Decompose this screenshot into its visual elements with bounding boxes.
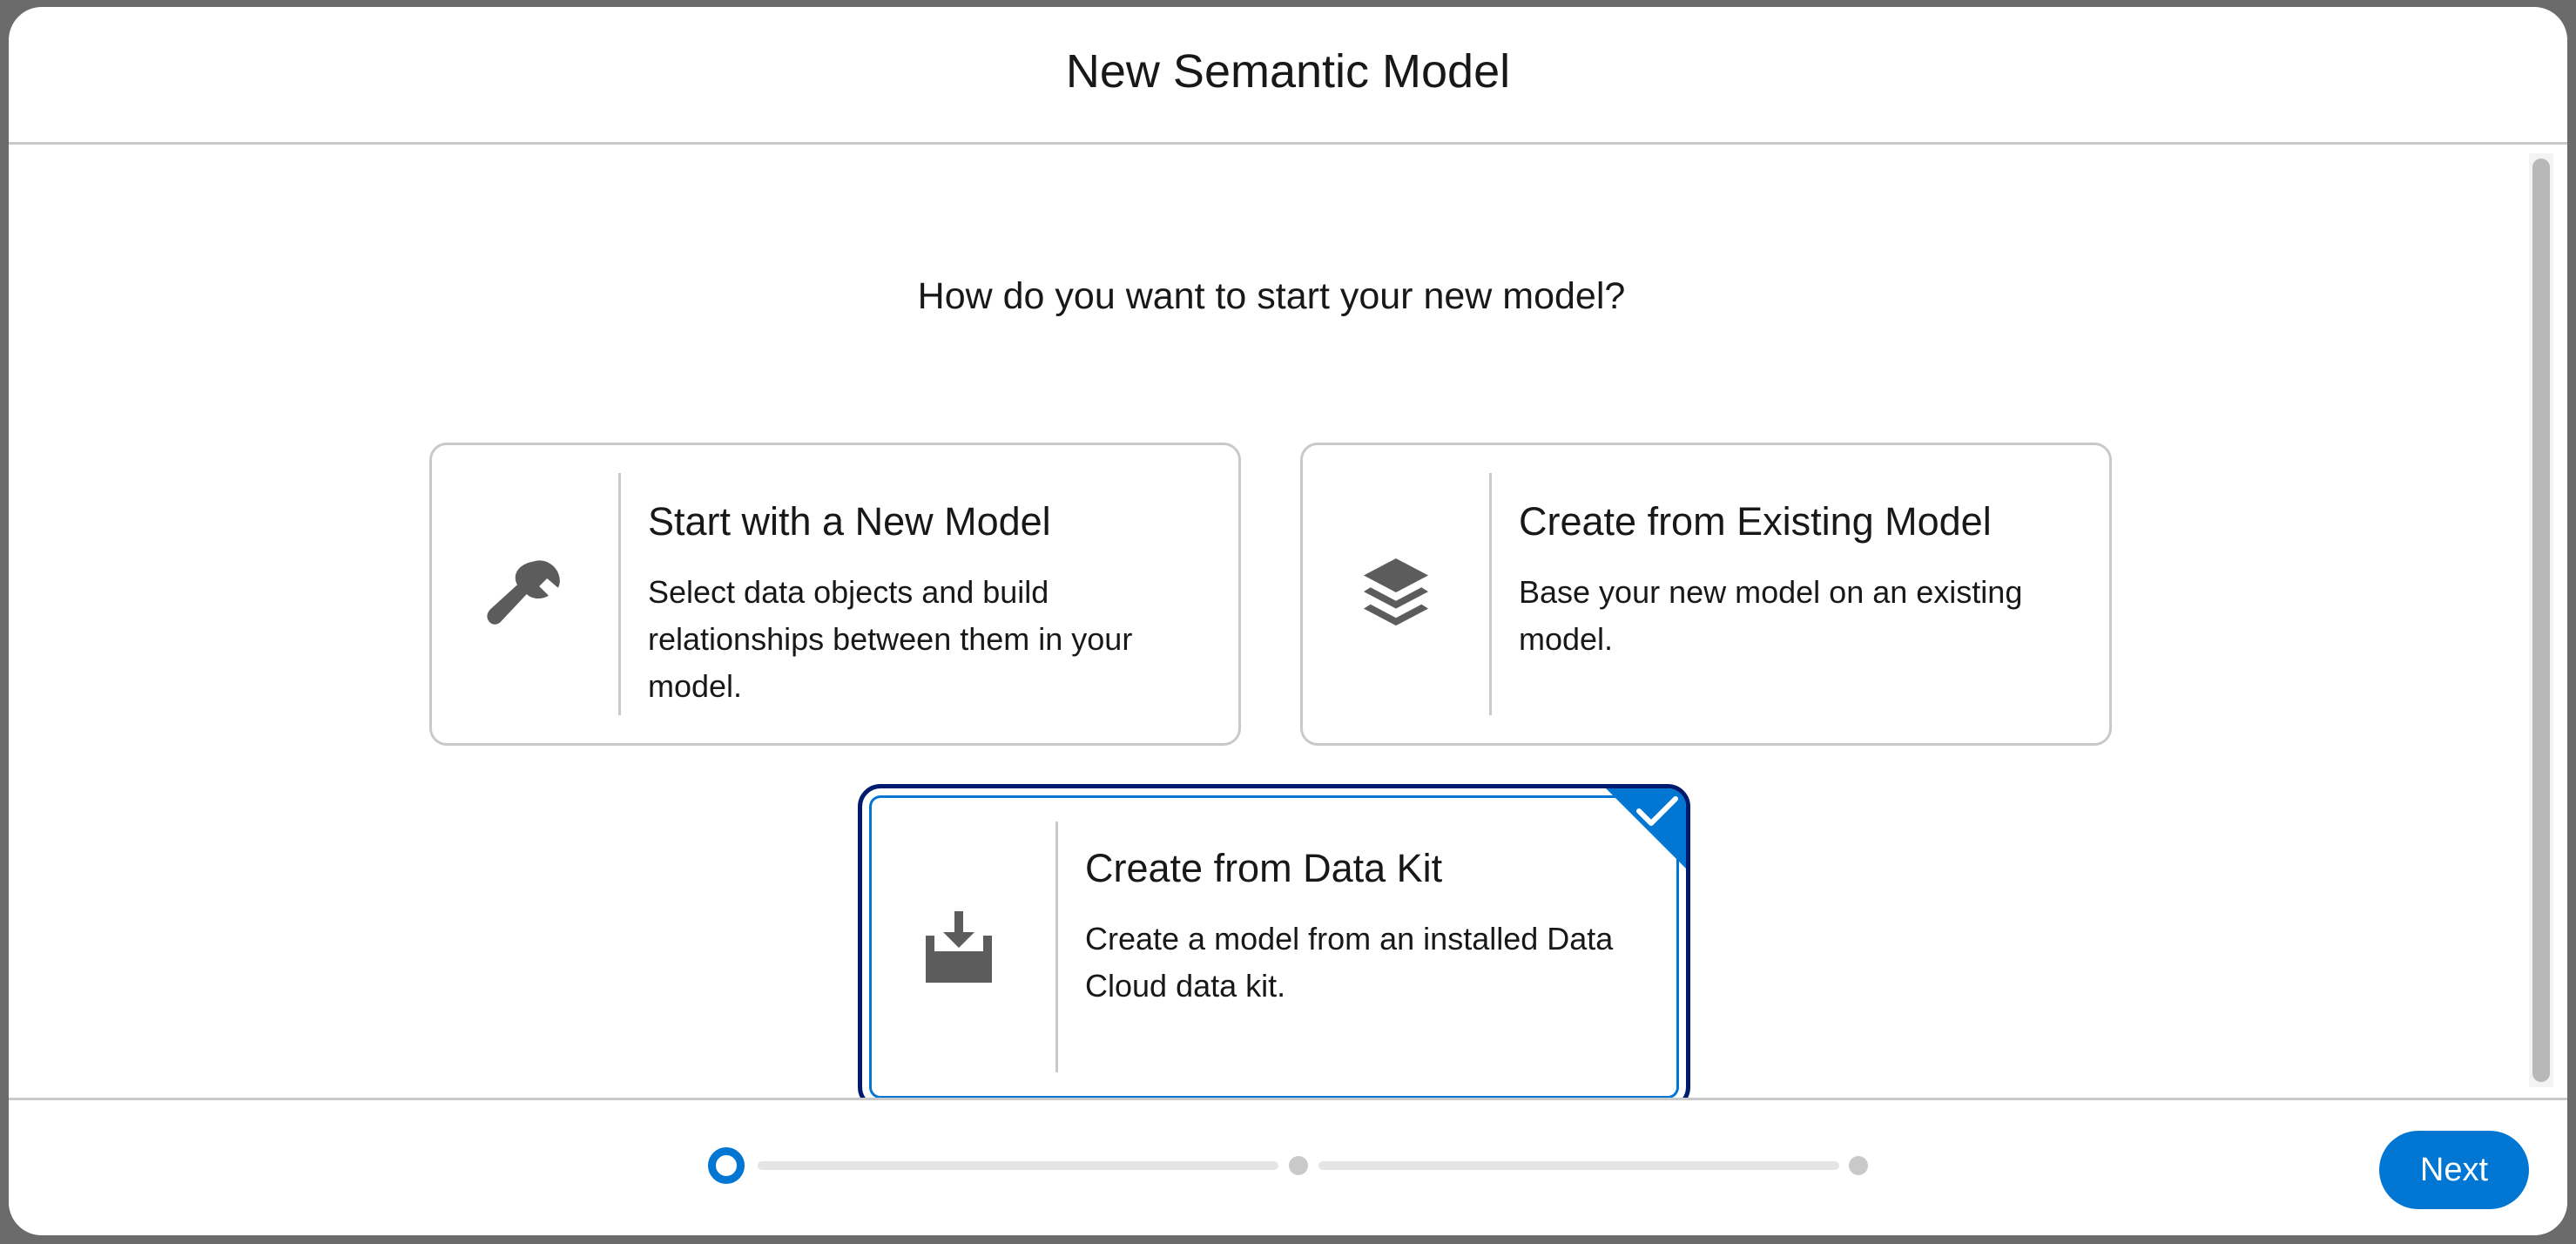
modal-header: New Semantic Model — [9, 7, 2567, 145]
option-start-new-model[interactable]: Start with a New Model Select data objec… — [429, 443, 1241, 746]
start-question: How do you want to start your new model? — [917, 275, 1626, 317]
body-scrollbar[interactable] — [2529, 153, 2553, 1087]
option-icon-cell — [1303, 445, 1489, 743]
option-divider — [1055, 821, 1058, 1072]
progress-step-2[interactable] — [1289, 1156, 1308, 1175]
progress-track-segment-1 — [758, 1161, 1278, 1170]
option-description: Select data objects and build relationsh… — [648, 574, 1133, 704]
option-divider — [618, 473, 621, 715]
option-text: Create from Existing Model Base your new… — [1519, 499, 2074, 663]
option-text: Create from Data Kit Create a model from… — [1085, 846, 1651, 1010]
option-description: Create a model from an installed Data Cl… — [1085, 921, 1614, 1004]
option-title: Create from Data Kit — [1085, 846, 1443, 890]
next-button[interactable]: Next — [2379, 1131, 2529, 1209]
progress-step-1-current[interactable] — [708, 1147, 745, 1184]
layers-icon — [1363, 558, 1429, 626]
option-create-from-existing-model[interactable]: Create from Existing Model Base your new… — [1300, 443, 2112, 746]
option-title: Create from Existing Model — [1519, 499, 1992, 544]
progress-step-3[interactable] — [1849, 1156, 1868, 1175]
option-create-from-data-kit[interactable]: Create from Data Kit Create a model from… — [858, 784, 1690, 1098]
option-icon-cell — [432, 445, 618, 743]
modal-title: New Semantic Model — [1065, 44, 1511, 98]
wrench-icon — [487, 560, 560, 625]
option-icon-cell — [862, 788, 1055, 1098]
scrollbar-thumb[interactable] — [2532, 159, 2550, 1082]
new-semantic-model-modal: New Semantic Model How do you want to st… — [9, 7, 2567, 1235]
option-divider — [1489, 473, 1492, 715]
modal-footer: Next — [9, 1098, 2567, 1235]
option-title: Start with a New Model — [648, 499, 1051, 544]
option-description: Base your new model on an existing model… — [1519, 574, 2023, 657]
progress-track-segment-2 — [1318, 1161, 1839, 1170]
modal-body: How do you want to start your new model?… — [9, 145, 2567, 1098]
option-text: Start with a New Model Select data objec… — [648, 499, 1204, 710]
download-tray-icon — [926, 911, 992, 983]
check-icon — [1636, 796, 1678, 826]
